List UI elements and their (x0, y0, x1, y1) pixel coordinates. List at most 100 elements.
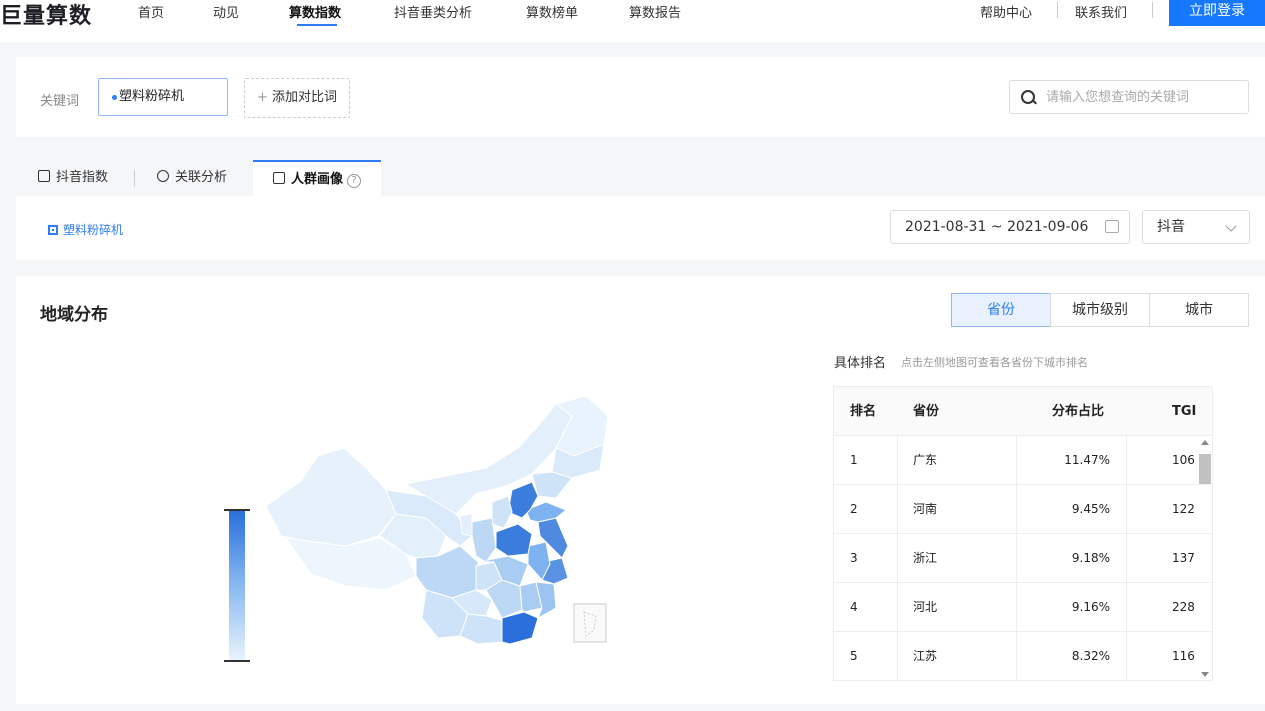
search-box[interactable] (1009, 80, 1249, 114)
share-cell: 9.18% (1071, 551, 1110, 565)
nav-reports[interactable]: 算数报告 (629, 2, 681, 21)
tab-divider (134, 170, 135, 186)
brand-logo[interactable]: 巨量算数 (0, 0, 92, 30)
contact-us-link[interactable]: 联系我们 (1075, 2, 1127, 21)
share-cell: 9.45% (1071, 502, 1110, 516)
add-compare-label: 添加对比词 (272, 90, 338, 105)
ranking-table: 排名 省份 分布占比 TGI 1 广东 11.47% 106 2 河南 9.45… (833, 386, 1213, 681)
region-guangdong (501, 611, 539, 645)
tgi-cell: 106 (1172, 453, 1195, 467)
rank-cell: 4 (850, 600, 858, 614)
table-row[interactable]: 5 江苏 8.32% 116 (834, 632, 1212, 680)
rank-cell: 2 (850, 502, 858, 516)
scroll-up-icon[interactable] (1201, 440, 1209, 445)
nav-dongjian[interactable]: 动见 (213, 2, 239, 21)
region-shaanxi (471, 517, 497, 563)
table-header: 排名 省份 分布占比 TGI (834, 387, 1212, 436)
tab-label: 抖音指数 (56, 170, 109, 185)
col-province: 省份 (913, 404, 940, 419)
tgi-cell: 228 (1172, 600, 1195, 614)
share-cell: 11.47% (1064, 453, 1110, 467)
tgi-cell: 122 (1172, 502, 1195, 516)
user-scan-icon (273, 172, 285, 184)
share-cell: 9.16% (1071, 600, 1110, 614)
tab-label: 人群画像 (291, 172, 344, 187)
rank-cell: 1 (850, 453, 858, 467)
keyword-chip-text: 塑料粉碎机 (119, 89, 185, 104)
add-compare-button[interactable]: + 添加对比词 (244, 78, 350, 118)
province-cell: 河南 (913, 502, 938, 516)
keyword-dot-icon (112, 95, 117, 100)
date-range-text: 2021-08-31 ~ 2021-09-06 (905, 219, 1089, 235)
tab-related-analysis[interactable]: 关联分析 (157, 160, 227, 196)
nav-rankings[interactable]: 算数榜单 (526, 2, 578, 21)
plus-icon: + (256, 90, 272, 105)
rank-hint: 点击左侧地图可查看各省份下城市排名 (901, 356, 1088, 369)
table-row[interactable]: 3 浙江 9.18% 137 (834, 534, 1212, 583)
keyword-legend-text: 塑料粉碎机 (63, 223, 124, 237)
section-title: 地域分布 (40, 305, 108, 325)
search-icon (1021, 90, 1035, 104)
south-sea-inset (573, 603, 607, 643)
nav-divider (1057, 2, 1058, 18)
search-input[interactable] (1046, 88, 1236, 106)
tab-label: 关联分析 (175, 170, 228, 185)
filter-bar: 塑料粉碎机 2021-08-31 ~ 2021-09-06 抖音 (16, 196, 1265, 260)
date-range-picker[interactable]: 2021-08-31 ~ 2021-09-06 (890, 210, 1130, 244)
scroll-down-icon[interactable] (1201, 672, 1209, 677)
province-cell: 浙江 (913, 551, 938, 565)
chevron-down-icon (1225, 220, 1237, 232)
col-tgi: TGI (1172, 404, 1197, 419)
scrollbar-thumb[interactable] (1199, 454, 1211, 484)
platform-select[interactable]: 抖音 (1142, 210, 1250, 244)
calendar-icon (1105, 220, 1119, 233)
link-icon (157, 170, 169, 182)
tab-audience-profile[interactable]: 人群画像? (253, 160, 382, 196)
help-icon[interactable]: ? (347, 174, 362, 188)
rank-title: 具体排名 (834, 356, 887, 371)
nav-active-underline (297, 24, 337, 26)
segment-city[interactable]: 城市 (1149, 293, 1249, 327)
nav-divider (1152, 2, 1153, 18)
checkbox-icon (48, 225, 58, 235)
login-button[interactable]: 立即登录 (1169, 0, 1265, 26)
china-map[interactable] (256, 386, 616, 646)
tab-douyin-index[interactable]: 抖音指数 (38, 160, 108, 196)
table-row[interactable]: 1 广东 11.47% 106 (834, 436, 1212, 485)
col-rank: 排名 (850, 404, 877, 419)
segment-province[interactable]: 省份 (951, 293, 1051, 327)
col-share: 分布占比 (1052, 404, 1105, 419)
nav-index[interactable]: 算数指数 (289, 2, 341, 21)
region-henan (495, 523, 533, 557)
help-center-link[interactable]: 帮助中心 (980, 2, 1032, 21)
region-guangxi (459, 613, 509, 645)
keyword-card: 关键词 塑料粉碎机 + 添加对比词 (16, 57, 1265, 137)
tgi-cell: 137 (1172, 551, 1195, 565)
scale-min-handle[interactable] (224, 660, 250, 663)
color-scale (229, 511, 245, 661)
rank-cell: 5 (850, 649, 858, 663)
region-liaoning (531, 471, 573, 499)
region-card: 地域分布 省份 城市级别 城市 具体排名 点击左侧地图可查看各省份下城市排名 排… (16, 276, 1265, 704)
table-row[interactable]: 2 河南 9.45% 122 (834, 485, 1212, 534)
nav-home[interactable]: 首页 (138, 2, 164, 21)
nav-vertical-analysis[interactable]: 抖音垂类分析 (394, 2, 472, 21)
tgi-cell: 116 (1172, 649, 1195, 663)
platform-value: 抖音 (1157, 219, 1185, 235)
share-cell: 8.32% (1071, 649, 1110, 663)
keyword-chip[interactable]: 塑料粉碎机 (98, 78, 228, 116)
keyword-label: 关键词 (40, 94, 80, 109)
trend-icon (38, 170, 50, 182)
keyword-legend[interactable]: 塑料粉碎机 (48, 221, 123, 238)
province-cell: 河北 (913, 600, 938, 614)
table-scrollbar[interactable] (1197, 436, 1213, 681)
province-cell: 广东 (913, 453, 938, 467)
table-row[interactable]: 4 河北 9.16% 228 (834, 583, 1212, 632)
province-cell: 江苏 (913, 649, 938, 663)
segment-city-level[interactable]: 城市级别 (1050, 293, 1150, 327)
region-xinjiang (265, 447, 397, 547)
region-shanxi (491, 495, 513, 529)
top-nav: 巨量算数 首页 动见 算数指数 抖音垂类分析 算数榜单 算数报告 帮助中心 联系… (0, 0, 1265, 42)
region-ningxia (459, 513, 473, 537)
rank-cell: 3 (850, 551, 858, 565)
